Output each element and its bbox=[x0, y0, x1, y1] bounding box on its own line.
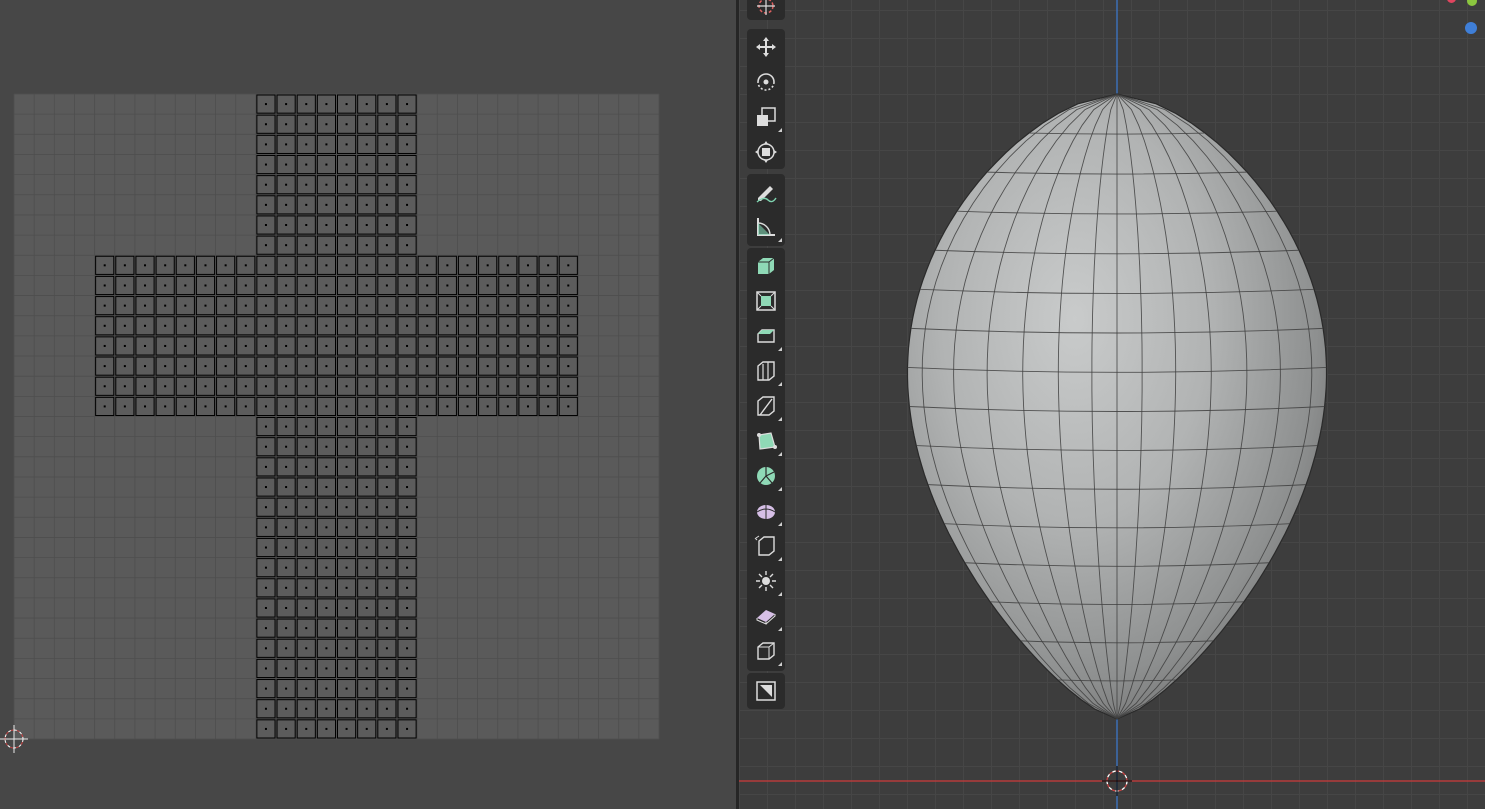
tool-group bbox=[747, 248, 785, 671]
shear-icon bbox=[756, 610, 776, 625]
extrude-region-icon bbox=[758, 257, 775, 274]
tool-group bbox=[747, 0, 785, 20]
add-cube-tool[interactable] bbox=[749, 675, 783, 707]
axis-gizmo[interactable] bbox=[1447, 0, 1477, 40]
tool-group bbox=[747, 29, 785, 169]
rotate-tool[interactable] bbox=[749, 66, 783, 98]
tool-options-indicator bbox=[778, 662, 782, 666]
3d-cursor-icon[interactable] bbox=[1102, 766, 1132, 796]
shrink-fatten-tool[interactable] bbox=[749, 565, 783, 597]
smooth-tool[interactable] bbox=[749, 495, 783, 527]
viewport-scene[interactable] bbox=[739, 0, 1485, 809]
transform-icon bbox=[755, 141, 777, 163]
tool-options-indicator bbox=[778, 128, 782, 132]
tool-options-indicator bbox=[778, 557, 782, 561]
spin-tool[interactable] bbox=[749, 460, 783, 492]
rotate-icon bbox=[757, 73, 775, 91]
rip-region-tool[interactable] bbox=[749, 635, 783, 667]
smooth-icon bbox=[756, 505, 776, 519]
annotate-tool[interactable] bbox=[749, 176, 783, 208]
z-axis-dot[interactable] bbox=[1465, 22, 1477, 34]
tool-options-indicator bbox=[778, 238, 782, 242]
knife-icon bbox=[757, 396, 775, 416]
tool-options-indicator bbox=[778, 487, 782, 491]
tool-options-indicator bbox=[778, 592, 782, 596]
annotate-icon bbox=[756, 186, 777, 203]
bevel-icon bbox=[757, 329, 775, 343]
y-axis-dot[interactable] bbox=[1467, 0, 1477, 6]
poly-build-tool[interactable] bbox=[749, 425, 783, 457]
tool-shelf bbox=[747, 0, 785, 709]
tool-options-indicator bbox=[778, 417, 782, 421]
edge-slide-icon bbox=[754, 535, 775, 556]
tool-group bbox=[747, 673, 785, 709]
move-icon bbox=[756, 37, 776, 57]
3d-viewport[interactable] bbox=[739, 0, 1485, 809]
uv-editor-panel[interactable] bbox=[0, 0, 736, 809]
move-tool[interactable] bbox=[749, 31, 783, 63]
edge-slide-tool[interactable] bbox=[749, 530, 783, 562]
bevel-tool[interactable] bbox=[749, 320, 783, 352]
shrink-fatten-icon bbox=[756, 571, 776, 591]
loop-cut-tool[interactable] bbox=[749, 355, 783, 387]
scale-tool[interactable] bbox=[749, 101, 783, 133]
spin-icon bbox=[757, 467, 775, 485]
measure-icon bbox=[757, 218, 775, 236]
tool-options-indicator bbox=[778, 522, 782, 526]
tool-options-indicator bbox=[778, 452, 782, 456]
tool-options-indicator bbox=[778, 382, 782, 386]
loop-cut-icon bbox=[757, 361, 775, 381]
tool-options-indicator bbox=[778, 627, 782, 631]
poly-build-icon bbox=[757, 432, 777, 450]
inset-faces-tool[interactable] bbox=[749, 285, 783, 317]
x-axis-dot[interactable] bbox=[1447, 0, 1456, 3]
shear-tool[interactable] bbox=[749, 600, 783, 632]
tool-group bbox=[747, 174, 785, 246]
extrude-region-tool[interactable] bbox=[749, 250, 783, 282]
transform-tool[interactable] bbox=[749, 136, 783, 168]
cursor-tool[interactable] bbox=[749, 0, 783, 22]
inset-faces-icon bbox=[756, 291, 776, 311]
cursor-icon bbox=[757, 0, 775, 15]
scale-icon bbox=[757, 107, 776, 126]
add-cube-icon bbox=[756, 681, 776, 701]
knife-tool[interactable] bbox=[749, 390, 783, 422]
tool-options-indicator bbox=[778, 347, 782, 351]
measure-tool[interactable] bbox=[749, 211, 783, 243]
rip-region-icon bbox=[757, 642, 775, 660]
uv-canvas[interactable] bbox=[0, 0, 736, 809]
